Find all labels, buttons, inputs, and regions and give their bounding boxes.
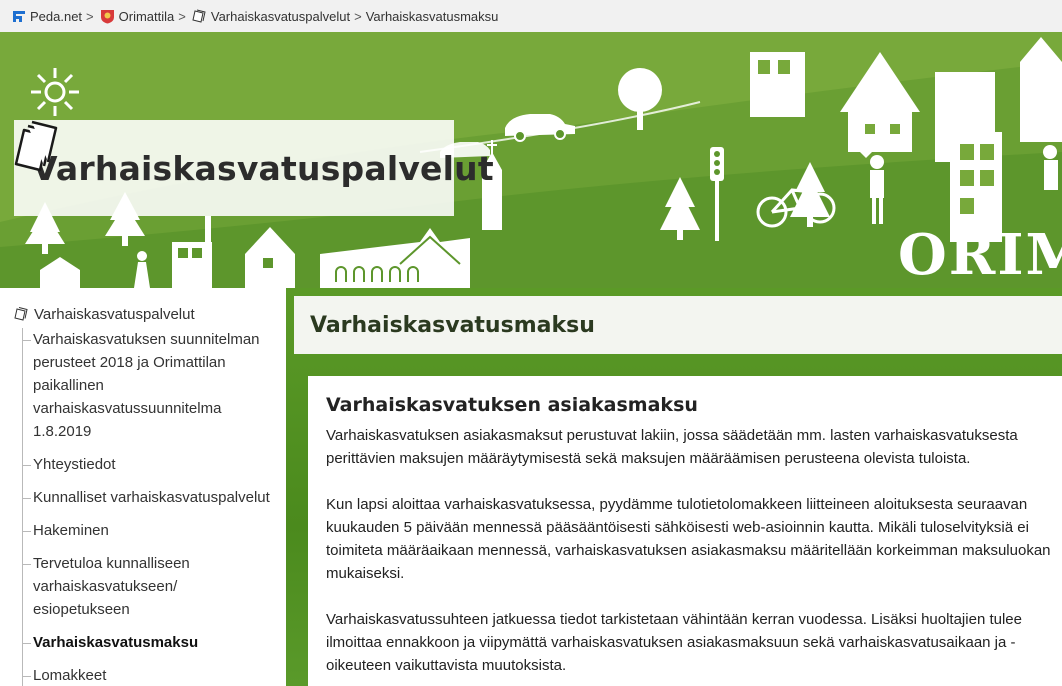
main-content: Varhaiskasvatusmaksu Varhaiskasvatuksen … (286, 288, 1062, 686)
town-wordmark: ORIM (898, 222, 1062, 288)
sidebar-item-varhaiskasvatusmaksu[interactable]: Varhaiskasvatusmaksu (23, 631, 286, 654)
breadcrumb-separator: > (178, 8, 186, 24)
sidebar-item-label-line: varhaiskasvatussuunnitelma (33, 400, 222, 417)
sidebar-item-label-line: paikallinen (33, 377, 104, 394)
breadcrumb-separator: > (86, 8, 94, 24)
paragraph-line: oikeuteen vaikuttavista muutoksista. (326, 657, 567, 674)
orimattila-crest-icon (100, 9, 114, 23)
sidebar-item-label: Yhteystiedot (33, 456, 116, 473)
book-pages-icon (192, 9, 206, 23)
sidebar-navigation: Varhaiskasvatuspalvelut Varhaiskasvatuks… (0, 288, 286, 686)
breadcrumb: Peda.net > Orimattila > Varhaiskasvatusp… (0, 0, 1062, 32)
sidebar-item-label-line: 1.8.2019 (33, 423, 92, 440)
sidebar-root-label: Varhaiskasvatuspalvelut (34, 305, 195, 323)
content-paragraph: Kun lapsi aloittaa varhaiskasvatuksessa,… (326, 493, 1062, 585)
sidebar-item-label-line: Varhaiskasvatuksen suunnitelman (33, 331, 260, 348)
sidebar-item-label-line: Tervetuloa kunnalliseen (33, 555, 190, 572)
sidebar-item-kunnalliset[interactable]: Kunnalliset varhaiskasvatuspalvelut (23, 486, 286, 509)
site-banner: Varhaiskasvatuspalvelut ORIM (0, 32, 1062, 288)
breadcrumb-item-current: Varhaiskasvatusmaksu (365, 8, 499, 24)
site-title[interactable]: Varhaiskasvatuspalvelut (32, 149, 494, 188)
sidebar-item-label-line: perusteet 2018 ja Orimattilan (33, 354, 226, 371)
paragraph-line: Kun lapsi aloittaa varhaiskasvatuksessa,… (326, 496, 1028, 513)
paragraph-line: kuukauden 5 päivään mennessä pääsääntöis… (326, 519, 1029, 536)
sidebar-root-item[interactable]: Varhaiskasvatuspalvelut (14, 302, 286, 326)
paragraph-line: Varhaiskasvatussuhteen jatkuessa tiedot … (326, 611, 1022, 628)
sidebar-item-label: Lomakkeet (33, 667, 107, 684)
sidebar-item-label-line: varhaiskasvatukseen/ (33, 578, 178, 595)
sidebar-item-yhteystiedot[interactable]: Yhteystiedot (23, 453, 286, 476)
page-title: Varhaiskasvatusmaksu (310, 312, 595, 338)
paragraph-line: Varhaiskasvatuksen asiakasmaksut perustu… (326, 427, 1018, 444)
peda-net-logo-icon (13, 11, 25, 22)
sidebar-item-label-line: esiopetukseen (33, 601, 130, 618)
sidebar-item-suunnitelma[interactable]: Varhaiskasvatuksen suunnitelman perustee… (23, 328, 286, 443)
content-card: Varhaiskasvatuksen asiakasmaksu Varhaisk… (308, 376, 1062, 686)
breadcrumb-separator: > (354, 8, 362, 24)
paragraph-line: mukaiseksi. (326, 565, 405, 582)
paragraph-line: toimiteta määräaikaan mennessä, varhaisk… (326, 542, 1051, 559)
book-pages-icon (14, 307, 28, 321)
content-title: Varhaiskasvatuksen asiakasmaksu (326, 394, 698, 416)
breadcrumb-item-varhaiskasvatuspalvelut[interactable]: Varhaiskasvatuspalvelut (211, 9, 350, 24)
book-pages-icon (14, 120, 58, 172)
sidebar-item-tervetuloa[interactable]: Tervetuloa kunnalliseen varhaiskasvatuks… (23, 552, 286, 621)
sidebar-item-label: Kunnalliset varhaiskasvatuspalvelut (33, 489, 270, 506)
paragraph-line: ilmoittaa ennakkoon ja viipymättä varhai… (326, 634, 1016, 651)
sidebar-item-lomakkeet[interactable]: Lomakkeet (23, 664, 286, 686)
breadcrumb-item-orimattila[interactable]: Orimattila (119, 9, 175, 24)
paragraph-line: perittävien maksujen määräytymisestä sek… (326, 450, 971, 467)
content-paragraph: Varhaiskasvatussuhteen jatkuessa tiedot … (326, 608, 1062, 677)
sidebar-item-label: Varhaiskasvatusmaksu (33, 634, 199, 651)
content-paragraph: Varhaiskasvatuksen asiakasmaksut perustu… (326, 424, 1062, 470)
breadcrumb-item-pedanet[interactable]: Peda.net (30, 9, 82, 24)
page-heading-box: Varhaiskasvatusmaksu (294, 296, 1062, 354)
sidebar-item-label: Hakeminen (33, 522, 109, 539)
sidebar-list: Varhaiskasvatuksen suunnitelman perustee… (22, 328, 286, 686)
sidebar-item-hakeminen[interactable]: Hakeminen (23, 519, 286, 542)
site-title-box: Varhaiskasvatuspalvelut (14, 120, 494, 216)
